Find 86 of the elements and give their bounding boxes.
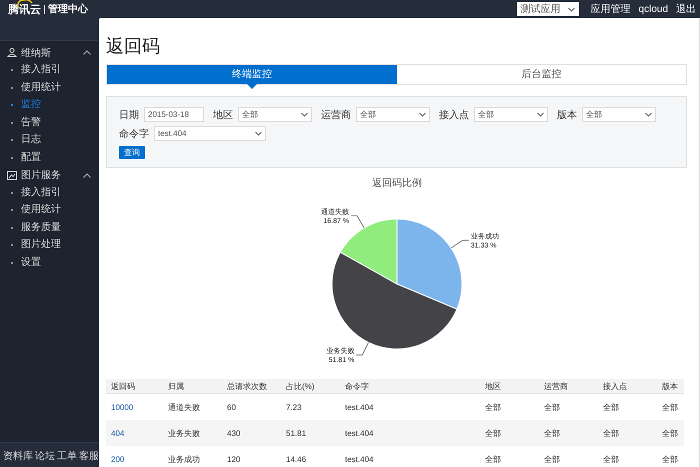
- chevron-down-icon: [419, 112, 426, 117]
- tab-pointer-icon: [246, 84, 257, 89]
- top-link[interactable]: qcloud: [638, 4, 668, 14]
- sidebar-item[interactable]: 监控: [0, 96, 95, 114]
- table-cell: 14.46: [281, 446, 340, 467]
- column-header: 运营商: [539, 379, 598, 394]
- table-cell: 全部: [657, 394, 684, 420]
- table-cell: 全部: [598, 394, 657, 420]
- query-button[interactable]: 查询: [119, 146, 145, 159]
- table-cell: 全部: [539, 446, 598, 467]
- table-cell: 全部: [480, 420, 539, 446]
- sidebar-item[interactable]: 告警: [0, 114, 98, 132]
- table-cell: test.404: [340, 420, 480, 446]
- table-cell: 全部: [480, 446, 539, 467]
- sidebar-group[interactable]: 维纳斯: [0, 44, 98, 61]
- select-field[interactable]: test.404: [154, 126, 266, 141]
- filter-label: 版本: [557, 108, 577, 122]
- table-cell: 120: [222, 446, 281, 467]
- table-cell[interactable]: 200: [106, 446, 163, 467]
- filter-label: 运营商: [321, 108, 351, 122]
- leader-line: [450, 240, 469, 248]
- table-cell[interactable]: 10000: [106, 394, 163, 420]
- table-cell: 60: [222, 394, 281, 420]
- table-cell: 业务失败: [163, 420, 222, 446]
- table-cell: 全部: [598, 446, 657, 467]
- sidebar-item[interactable]: 服务质量: [0, 218, 98, 236]
- column-header: 占比(%): [281, 379, 340, 394]
- sidebar-item[interactable]: 接入指引: [0, 61, 98, 79]
- sidebar-group[interactable]: 图片服务: [0, 166, 98, 184]
- chevron-down-icon: [537, 112, 544, 117]
- table-cell: test.404: [340, 394, 480, 420]
- page-title: 返回码: [106, 36, 161, 56]
- sidebar-item[interactable]: 使用统计: [0, 78, 98, 96]
- filter-label: 地区: [213, 108, 233, 122]
- sidebar-item[interactable]: 使用统计: [0, 201, 98, 219]
- chart-title: 返回码比例: [372, 178, 422, 189]
- table-cell: 430: [222, 420, 281, 446]
- column-header: 地区: [480, 379, 539, 394]
- footer-link[interactable]: 资料库: [3, 449, 33, 463]
- filter-label: 日期: [119, 108, 139, 122]
- chevron-down-icon: [301, 112, 308, 117]
- column-header: 版本: [657, 379, 684, 394]
- sidebar-item[interactable]: 配置: [0, 148, 98, 167]
- chevron-down-icon: [568, 6, 575, 12]
- select-field[interactable]: 全部: [474, 107, 548, 122]
- table-cell[interactable]: 404: [106, 420, 163, 446]
- sidebar-item[interactable]: 接入指引: [0, 184, 98, 202]
- column-header: 返回码: [106, 379, 163, 394]
- table-cell: test.404: [340, 446, 480, 467]
- date-field[interactable]: 2015-03-18: [144, 107, 204, 122]
- leader-line: [350, 215, 364, 228]
- product-name: 管理中心: [48, 2, 88, 16]
- table-cell: 全部: [539, 420, 598, 446]
- table-cell: 全部: [657, 420, 684, 446]
- footer-link[interactable]: 客服: [79, 449, 99, 463]
- table-cell: 7.23: [281, 394, 340, 420]
- footer-link[interactable]: 工单: [57, 449, 77, 463]
- image-icon: [7, 170, 17, 180]
- table-cell: 通道失败: [163, 394, 222, 420]
- app-select[interactable]: 测试应用: [516, 2, 579, 16]
- table-cell: 全部: [657, 446, 684, 467]
- logo[interactable]: 腾讯云: [8, 2, 41, 16]
- filter-label: 命令字: [119, 128, 149, 140]
- select-field[interactable]: 全部: [238, 107, 312, 122]
- top-link[interactable]: 应用管理: [590, 2, 631, 16]
- select-field[interactable]: 全部: [356, 107, 430, 122]
- sidebar-item[interactable]: 设置: [0, 254, 98, 272]
- chevron-down-icon: [645, 112, 652, 117]
- filter-label: 接入点: [439, 108, 469, 122]
- select-field[interactable]: 全部: [582, 107, 656, 122]
- table-cell: 全部: [480, 394, 539, 420]
- footer-link[interactable]: 论坛: [35, 449, 55, 463]
- column-header: 接入点: [598, 379, 657, 394]
- column-header: 命令字: [340, 379, 480, 394]
- leader-line: [355, 342, 368, 356]
- table-cell: 全部: [539, 394, 598, 420]
- column-header: 总请求次数: [222, 379, 281, 394]
- table-cell: 51.81: [281, 420, 340, 446]
- chevron-down-icon: [255, 131, 262, 136]
- column-header: 归属: [163, 379, 222, 394]
- top-link[interactable]: 退出: [676, 2, 696, 16]
- table-cell: 全部: [598, 420, 657, 446]
- sidebar-item[interactable]: 图片处理: [0, 236, 98, 254]
- person-icon: [7, 48, 17, 57]
- sidebar-item[interactable]: 日志: [0, 131, 98, 149]
- table-cell: 业务成功: [163, 446, 222, 467]
